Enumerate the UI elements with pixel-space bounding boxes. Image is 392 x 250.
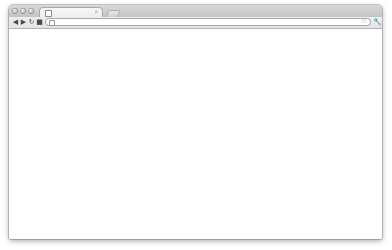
reload-icon[interactable]: ↻ bbox=[28, 18, 35, 26]
close-window-icon[interactable] bbox=[12, 8, 18, 14]
page-icon bbox=[45, 10, 52, 17]
screenshot-stage: × ◀ ▶ ↻ ■ ☆ 🔧 bbox=[0, 0, 392, 250]
minimize-window-icon[interactable] bbox=[20, 8, 26, 14]
toolbar: ◀ ▶ ↻ ■ ☆ 🔧 bbox=[9, 17, 382, 29]
page-content bbox=[9, 29, 382, 239]
wrench-menu-icon[interactable]: 🔧 bbox=[373, 18, 382, 26]
title-bar[interactable]: × bbox=[9, 5, 382, 18]
close-icon[interactable]: × bbox=[94, 9, 98, 17]
address-bar[interactable]: ☆ bbox=[45, 18, 371, 26]
bookmark-star-icon[interactable]: ☆ bbox=[361, 18, 367, 26]
page-icon bbox=[49, 20, 55, 26]
forward-arrow-icon[interactable]: ▶ bbox=[20, 18, 27, 26]
browser-window: × ◀ ▶ ↻ ■ ☆ 🔧 bbox=[9, 5, 382, 239]
back-arrow-icon[interactable]: ◀ bbox=[12, 18, 19, 26]
maximize-window-icon[interactable] bbox=[28, 8, 34, 14]
home-icon[interactable]: ■ bbox=[36, 18, 43, 26]
